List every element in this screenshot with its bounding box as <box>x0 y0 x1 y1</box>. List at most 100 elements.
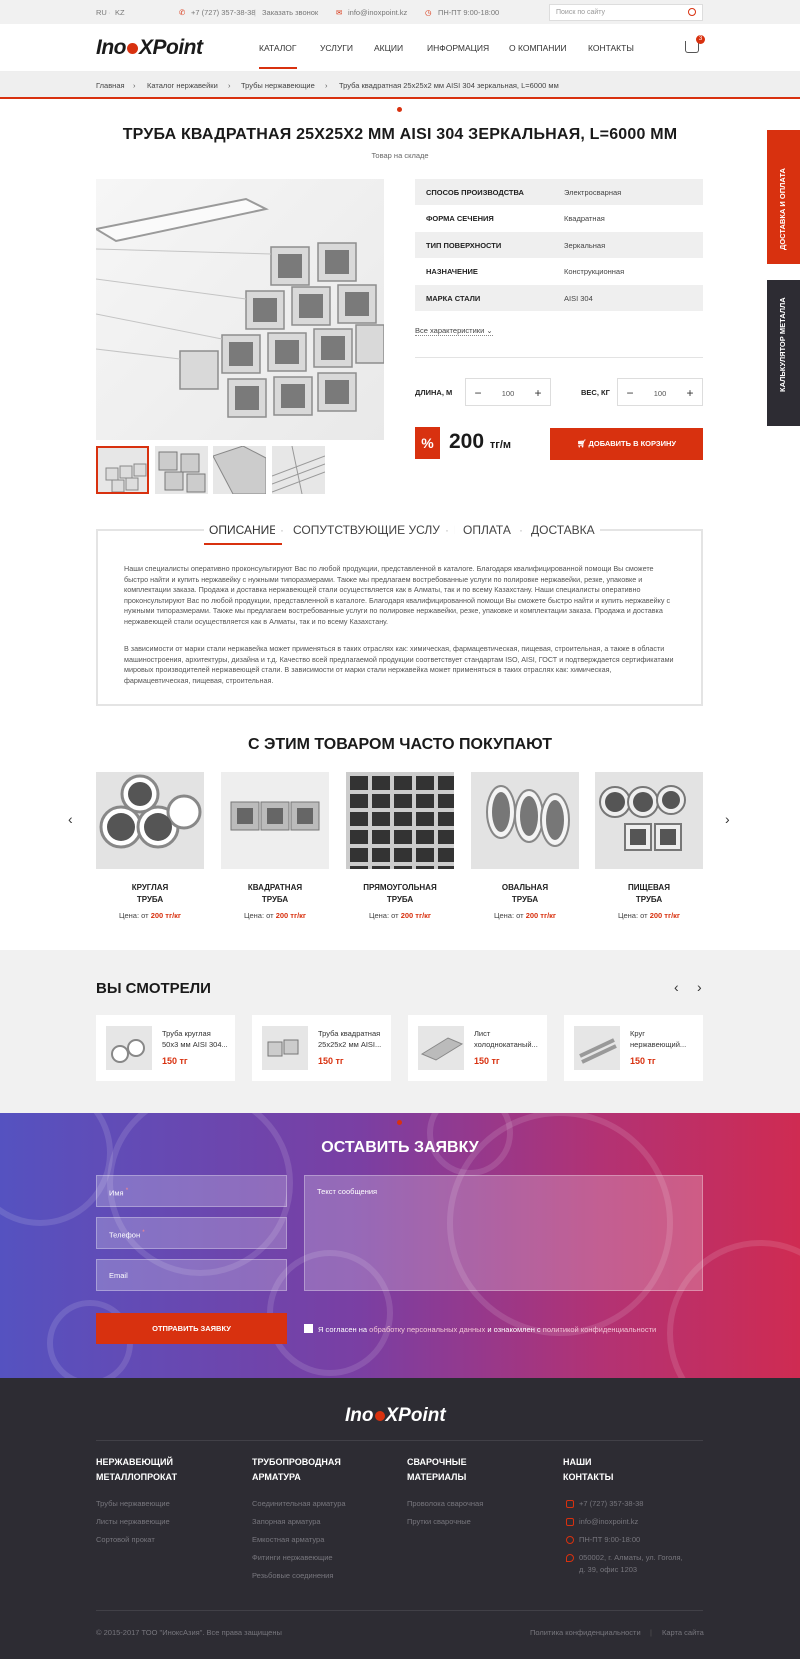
plus-button[interactable]: + <box>531 386 545 400</box>
chevron-left-icon[interactable]: ‹ <box>674 979 679 995</box>
footer-logo[interactable]: Ino XPoint <box>345 1405 446 1427</box>
footer-link[interactable]: Соединительная арматура <box>252 1499 346 1508</box>
crumb-pipes[interactable]: Трубы нержавеющие <box>241 81 315 90</box>
footer-phone[interactable]: +7 (727) 357-38-38 <box>579 1499 643 1508</box>
send-request-button[interactable]: ОТПРАВИТЬ ЗАЯВКУ <box>96 1313 287 1344</box>
add-to-cart-label: ДОБАВИТЬ В КОРЗИНУ <box>588 439 677 448</box>
footer-link[interactable]: Фитинги нержавеющие <box>252 1553 333 1562</box>
product-card[interactable]: ПРЯМОУГОЛЬНАЯ ТРУБА Цена: от 200 тг/кг <box>346 772 454 920</box>
thumbnail-4[interactable] <box>272 446 325 494</box>
form-title: ОСТАВИТЬ ЗАЯВКУ <box>321 1139 479 1156</box>
chevron-right-icon: › <box>325 81 328 90</box>
price-value: 200 тг/кг <box>525 911 557 920</box>
personal-data-link[interactable]: обработку персональных данных <box>369 1325 485 1334</box>
consent-checkbox[interactable] <box>304 1324 313 1333</box>
nav-catalog[interactable]: КАТАЛОГ <box>259 43 297 69</box>
viewed-price: 150 тг <box>474 1056 500 1066</box>
spec-key: ФОРМА СЕЧЕНИЯ <box>426 214 494 223</box>
message-field[interactable]: Текст сообщения <box>304 1175 703 1291</box>
all-specs-link[interactable]: Все характеристики ⌄ <box>415 326 493 336</box>
footer-link[interactable]: Запорная арматура <box>252 1517 321 1526</box>
thumbnail-3[interactable] <box>213 446 266 494</box>
crumb-home[interactable]: Главная <box>96 81 125 90</box>
email-placeholder: Email <box>109 1271 128 1280</box>
footer-link[interactable]: Резьбовые соединения <box>252 1571 333 1580</box>
callback-link[interactable]: Заказать звонок <box>262 8 318 17</box>
product-name: КРУГЛАЯ ТРУБА <box>96 882 204 906</box>
viewed-card[interactable]: Лист холоднокатаный... 150 тг <box>408 1015 547 1081</box>
consent-text: Я согласен на <box>318 1325 370 1334</box>
product-name: ПИЩЕВАЯ ТРУБА <box>595 882 703 906</box>
footer-link[interactable]: Сортовой прокат <box>96 1535 155 1544</box>
nav-info[interactable]: ИНФОРМАЦИЯ <box>427 43 489 53</box>
viewed-image <box>574 1026 620 1070</box>
footer-divider <box>96 1610 703 1611</box>
plus-button[interactable]: + <box>683 386 697 400</box>
viewed-card[interactable]: Круг нержавеющий... 150 тг <box>564 1015 703 1081</box>
calculator-side-tab[interactable]: КАЛЬКУЛЯТОР МЕТАЛЛА <box>767 280 800 426</box>
crumb-catalog[interactable]: Каталог нержавейки <box>147 81 218 90</box>
footer-link[interactable]: Трубы нержавеющие <box>96 1499 170 1508</box>
product-main-image[interactable] <box>96 179 384 440</box>
tab-services[interactable]: СОПУТСТВУЮЩИЕ УСЛУГИ <box>288 523 460 537</box>
email-field[interactable]: Email <box>96 1259 287 1291</box>
cart-icon[interactable]: 3 <box>685 35 705 53</box>
lang-ru[interactable]: RU <box>96 8 107 17</box>
privacy-link[interactable]: Политика конфиденциальности <box>530 1628 641 1637</box>
viewed-card[interactable]: Труба круглая 50х3 мм AISI 304... 150 тг <box>96 1015 235 1081</box>
section-marker <box>397 1120 402 1125</box>
phone-icon: ✆ <box>179 8 186 17</box>
chevron-left-icon[interactable]: ‹ <box>68 811 73 827</box>
chevron-right-icon[interactable]: › <box>697 979 702 995</box>
length-stepper[interactable]: −100 + <box>465 378 551 406</box>
thumbnail-1[interactable] <box>96 446 149 494</box>
thumbnail-2[interactable] <box>155 446 208 494</box>
tab-payment[interactable]: ОПЛАТА <box>458 523 516 537</box>
top-email[interactable]: info@inoxpoint.kz <box>348 8 407 17</box>
product-card[interactable]: КРУГЛАЯ ТРУБА Цена: от 200 тг/кг <box>96 772 204 920</box>
chevron-right-icon[interactable]: › <box>725 811 730 827</box>
name-line: ТРУБА <box>511 895 539 904</box>
name-line: холоднокатаный... <box>474 1040 538 1049</box>
phone-field[interactable]: Телефон * <box>96 1217 287 1249</box>
privacy-policy-link[interactable]: политикой конфиденциальности <box>543 1325 656 1334</box>
sitemap-link[interactable]: Карта сайта <box>662 1628 704 1637</box>
weight-stepper[interactable]: −100 + <box>617 378 703 406</box>
spec-value: Зеркальная <box>564 241 606 250</box>
nav-promos[interactable]: АКЦИИ <box>374 43 403 53</box>
delivery-side-tab[interactable]: ДОСТАВКА И ОПЛАТА <box>767 130 800 264</box>
title-line: НАШИ <box>563 1457 592 1467</box>
tab-delivery[interactable]: ДОСТАВКА <box>526 523 600 537</box>
product-image <box>346 772 454 869</box>
lang-kz[interactable]: KZ <box>115 8 125 17</box>
nav-about[interactable]: О КОМПАНИИ <box>509 43 567 53</box>
product-card[interactable]: ПИЩЕВАЯ ТРУБА Цена: от 200 тг/кг <box>595 772 703 920</box>
product-card[interactable]: КВАДРАТНАЯ ТРУБА Цена: от 200 тг/кг <box>221 772 329 920</box>
nav-contacts[interactable]: КОНТАКТЫ <box>588 43 634 53</box>
name-field[interactable]: Имя * <box>96 1175 287 1207</box>
cart-badge: 3 <box>696 35 705 44</box>
footer-link[interactable]: Листы нержавеющие <box>96 1517 170 1526</box>
lang-divider: · <box>108 8 111 17</box>
nav-services[interactable]: УСЛУГИ <box>320 43 353 53</box>
footer-link[interactable]: Емкостная арматура <box>252 1535 324 1544</box>
price-value: 200 тг/кг <box>649 911 681 920</box>
search-icon[interactable] <box>688 8 696 16</box>
breadcrumb: Главная › Каталог нержавейки › Трубы нер… <box>0 72 800 99</box>
clock-icon <box>566 1536 574 1544</box>
footer-link[interactable]: Прутки сварочные <box>407 1517 471 1526</box>
side-tab-label: КАЛЬКУЛЯТОР МЕТАЛЛА <box>778 297 787 392</box>
chevron-right-icon: › <box>228 81 231 90</box>
search-input[interactable]: Поиск по сайту <box>549 4 703 21</box>
footer-email[interactable]: info@inoxpoint.kz <box>579 1517 638 1526</box>
product-card[interactable]: ОВАЛЬНАЯ ТРУБА Цена: от 200 тг/кг <box>471 772 579 920</box>
logo[interactable]: Ino XPoint <box>96 36 203 60</box>
footer-link[interactable]: Проволока сварочная <box>407 1499 483 1508</box>
tab-description[interactable]: ОПИСАНИЕ <box>204 523 283 545</box>
footer-column-title: СВАРОЧНЫЕ МАТЕРИАЛЫ <box>407 1455 467 1485</box>
name-line: ПРЯМОУГОЛЬНАЯ <box>363 883 437 892</box>
viewed-name: Круг нержавеющий... <box>630 1028 696 1050</box>
top-phone[interactable]: +7 (727) 357-38-38 <box>191 8 255 17</box>
add-to-cart-button[interactable]: 🛒︎ ДОБАВИТЬ В КОРЗИНУ <box>550 428 703 460</box>
viewed-card[interactable]: Труба квадратная 25х25х2 мм AISI... 150 тг <box>252 1015 391 1081</box>
